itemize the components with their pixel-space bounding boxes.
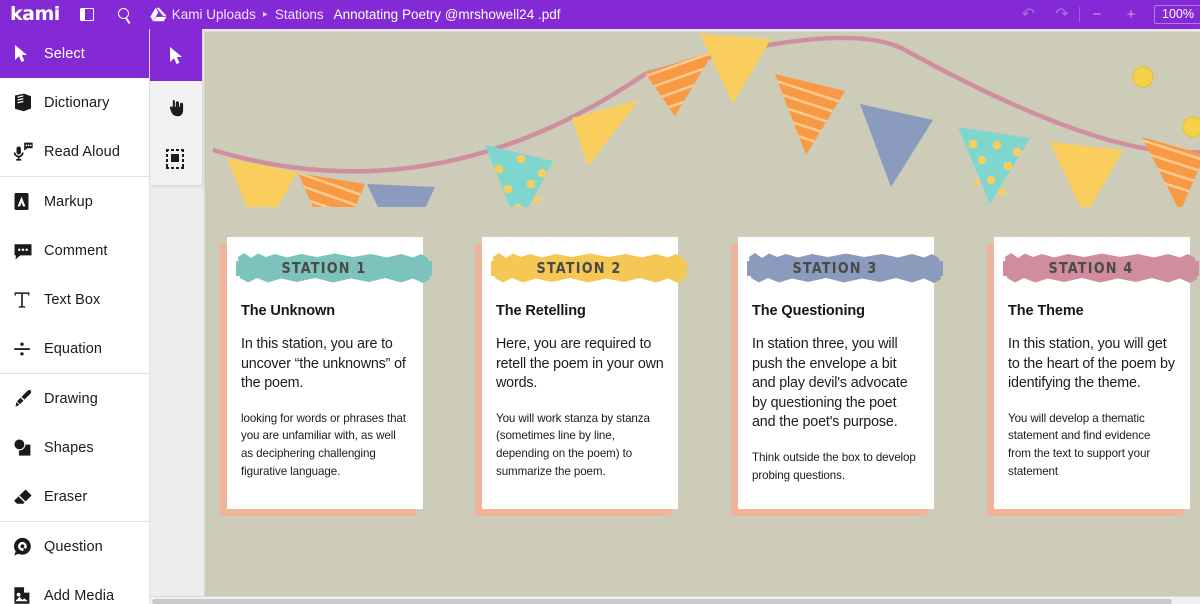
question-bubble-icon bbox=[13, 537, 39, 556]
shapes-icon bbox=[13, 438, 39, 457]
station-card: STATION 2 The Retelling Here, you are requ… bbox=[475, 237, 687, 516]
station-banner-label: STATION 3 bbox=[792, 259, 878, 277]
card-body: STATION 1 The Unknown In this station, you… bbox=[227, 237, 432, 509]
scrollbar-thumb[interactable] bbox=[152, 599, 1172, 604]
horizontal-scrollbar[interactable] bbox=[150, 596, 1200, 604]
book-icon bbox=[13, 93, 39, 112]
sidebar-item-equation[interactable]: Equation bbox=[0, 324, 149, 373]
card-note-text: You will develop a thematic statement an… bbox=[1008, 411, 1151, 478]
subtool-cursor-arrow[interactable] bbox=[150, 29, 202, 81]
sidebar-item-drawing[interactable]: Drawing bbox=[0, 374, 149, 423]
top-bar: kami Kami Uploads ▸ Stations Annotating … bbox=[0, 0, 1200, 29]
station-banner-label: STATION 4 bbox=[1048, 259, 1134, 277]
card-note-text: looking for words or phrases that you ar… bbox=[241, 411, 406, 478]
sidebar-item-read-aloud[interactable]: Read Aloud bbox=[0, 127, 149, 176]
division-sign-icon bbox=[13, 340, 39, 358]
sidebar-item-comment[interactable]: Comment bbox=[0, 226, 149, 275]
sidebar-item-label: Dictionary bbox=[44, 94, 110, 111]
station-banner: STATION 1 bbox=[235, 249, 432, 287]
sidebar-item-shapes[interactable]: Shapes bbox=[0, 423, 149, 472]
redo-button[interactable]: ↷ bbox=[1045, 0, 1079, 29]
card-note-text: Think outside the box to develop probing… bbox=[752, 450, 916, 482]
card-body-text: In station three, you will push the enve… bbox=[752, 336, 908, 431]
zoom-level-value[interactable]: 100% bbox=[1154, 4, 1200, 25]
sidebar-item-question[interactable]: Question bbox=[0, 522, 149, 571]
card-heading: The Retelling bbox=[496, 303, 586, 319]
eraser-icon bbox=[13, 488, 39, 506]
sidebar-item-label: Comment bbox=[44, 242, 108, 259]
tool-sidebar: Select Dictionary Read Aloud Markup Comment T… bbox=[0, 29, 150, 604]
station-card-row: STATION 1 The Unknown In this station, you… bbox=[205, 32, 1200, 597]
cursor-arrow-icon bbox=[169, 46, 182, 64]
select-submenu-toolbar bbox=[150, 29, 202, 185]
card-body-text: In this station, you will get to the hea… bbox=[1008, 336, 1175, 392]
sidebar-item-add-media[interactable]: Add Media bbox=[0, 571, 149, 604]
breadcrumb-separator-icon: ▸ bbox=[262, 9, 268, 20]
sidebar-item-label: Shapes bbox=[44, 439, 94, 456]
redo-icon: ↷ bbox=[1055, 5, 1069, 23]
sidebar-item-label: Read Aloud bbox=[44, 143, 120, 160]
sidebar-item-select[interactable]: Select bbox=[0, 29, 149, 78]
sidebar-item-label: Eraser bbox=[44, 488, 88, 505]
breadcrumb-folder[interactable]: Stations bbox=[275, 7, 324, 22]
station-card: STATION 3 The Questioning In station three… bbox=[731, 237, 943, 516]
google-drive-icon bbox=[146, 0, 172, 29]
sidebar-item-eraser[interactable]: Eraser bbox=[0, 472, 149, 521]
document-title: Annotating Poetry @mrshowell24 .pdf bbox=[333, 7, 561, 22]
station-banner: STATION 3 bbox=[746, 249, 943, 287]
kami-logo: kami bbox=[10, 3, 60, 25]
plus-icon: + bbox=[1126, 6, 1136, 23]
card-body-text: Here, you are required to retell the poe… bbox=[496, 336, 664, 392]
card-body: STATION 4 The Theme In this station, you w… bbox=[994, 237, 1199, 509]
add-media-icon bbox=[13, 586, 39, 604]
card-heading: The Theme bbox=[1008, 303, 1084, 319]
sidebar-item-label: Add Media bbox=[44, 587, 115, 604]
highlighter-icon bbox=[13, 192, 39, 211]
station-card: STATION 1 The Unknown In this station, you… bbox=[220, 237, 432, 516]
card-body: STATION 3 The Questioning In station three… bbox=[738, 237, 943, 509]
sidebar-item-label: Equation bbox=[44, 340, 103, 357]
paintbrush-icon bbox=[13, 389, 39, 408]
sidebar-item-label: Select bbox=[44, 45, 85, 62]
subtool-hand-pointer[interactable] bbox=[150, 81, 202, 133]
document-viewport[interactable]: STATION 1 The Unknown In this station, you… bbox=[150, 29, 1200, 604]
zoom-out-button[interactable]: − bbox=[1080, 0, 1114, 29]
cursor-arrow-icon bbox=[13, 44, 39, 63]
card-note-text: You will work stanza by stanza (sometime… bbox=[496, 411, 650, 478]
station-banner-label: STATION 2 bbox=[536, 259, 622, 277]
subtool-area-select[interactable] bbox=[150, 133, 202, 185]
card-body-text: In this station, you are to uncover “the… bbox=[241, 336, 406, 392]
card-heading: The Questioning bbox=[752, 303, 865, 319]
sidebar-item-label: Question bbox=[44, 538, 103, 555]
panel-toggle-icon[interactable] bbox=[74, 0, 100, 29]
search-icon[interactable] bbox=[112, 0, 138, 29]
zoom-in-button[interactable]: + bbox=[1114, 0, 1148, 29]
hand-pointer-icon bbox=[169, 99, 184, 116]
card-heading: The Unknown bbox=[241, 303, 335, 319]
breadcrumb-root[interactable]: Kami Uploads bbox=[172, 7, 256, 22]
minus-icon: − bbox=[1092, 6, 1102, 23]
station-banner: STATION 4 bbox=[1002, 249, 1199, 287]
sidebar-item-label: Markup bbox=[44, 193, 93, 210]
undo-icon: ↶ bbox=[1021, 5, 1035, 23]
comment-bubble-icon bbox=[13, 242, 39, 260]
station-card: STATION 4 The Theme In this station, you w… bbox=[987, 237, 1199, 516]
sidebar-item-dictionary[interactable]: Dictionary bbox=[0, 78, 149, 127]
undo-button[interactable]: ↶ bbox=[1011, 0, 1045, 29]
microphone-speech-icon bbox=[13, 142, 39, 161]
sidebar-item-label: Drawing bbox=[44, 390, 98, 407]
sidebar-item-label: Text Box bbox=[44, 291, 101, 308]
top-bar-right-controls: ↶ ↷ − + 100% bbox=[1011, 0, 1200, 29]
station-banner-label: STATION 1 bbox=[281, 259, 367, 277]
sidebar-item-markup[interactable]: Markup bbox=[0, 177, 149, 226]
area-select-icon bbox=[166, 149, 184, 169]
card-body: STATION 2 The Retelling Here, you are requ… bbox=[482, 237, 687, 509]
station-banner: STATION 2 bbox=[490, 249, 687, 287]
sidebar-item-text-box[interactable]: Text Box bbox=[0, 275, 149, 324]
pdf-page: STATION 1 The Unknown In this station, you… bbox=[205, 32, 1200, 597]
text-t-icon bbox=[13, 291, 39, 309]
